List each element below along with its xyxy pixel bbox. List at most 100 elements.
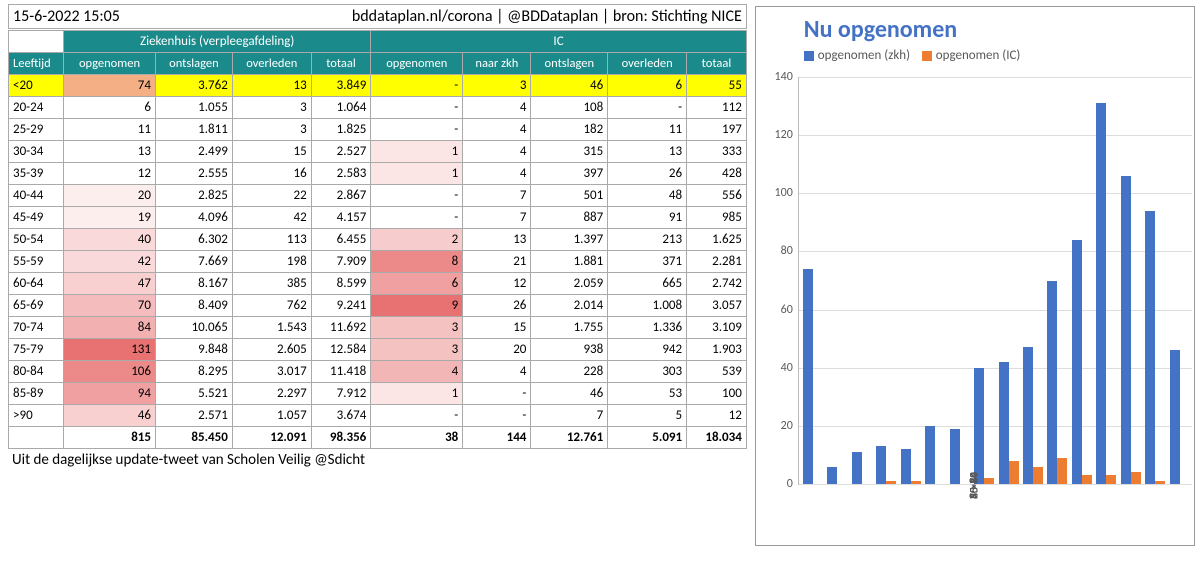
zkh-cell: 385 (232, 273, 311, 295)
bar-zkh (1096, 103, 1106, 484)
zkh-cell: 94 (64, 383, 156, 405)
ic-cell: 501 (531, 185, 608, 207)
zkh-cell: 11.418 (311, 361, 371, 383)
zkh-cell: 3.849 (311, 75, 371, 97)
bar-zkh (1047, 281, 1057, 485)
age-cell: 50-54 (9, 229, 64, 251)
ic-cell: 213 (608, 229, 687, 251)
header-bar: 15-6-2022 15:05 bddataplan.nl/corona | @… (8, 4, 747, 29)
zkh-cell: 8.167 (155, 273, 232, 295)
age-cell: <20 (9, 75, 64, 97)
zkh-cell: 5.521 (155, 383, 232, 405)
ic-cell: 4 (371, 361, 463, 383)
bar-zkh (1145, 211, 1155, 484)
ic-cell: 26 (608, 163, 687, 185)
ic-cell: 13 (608, 141, 687, 163)
ic-cell: 108 (531, 97, 608, 119)
ic-cell: 46 (531, 383, 608, 405)
bar-ic (886, 481, 896, 484)
zkh-cell: 3 (232, 97, 311, 119)
ic-cell: 4 (463, 119, 531, 141)
ic-cell: 2.014 (531, 295, 608, 317)
zkh-cell: 198 (232, 251, 311, 273)
zkh-cell: 20 (64, 185, 156, 207)
ic-cell: - (463, 405, 531, 427)
ic-cell: 46 (531, 75, 608, 97)
col-ic-totaal: totaal (687, 53, 747, 75)
zkh-cell: 47 (64, 273, 156, 295)
zkh-cell: 3 (232, 119, 311, 141)
ic-cell: 7 (531, 405, 608, 427)
zkh-cell: 113 (232, 229, 311, 251)
ic-cell: 100 (687, 383, 747, 405)
ic-cell: 3 (371, 317, 463, 339)
zkh-cell: 11.692 (311, 317, 371, 339)
zkh-cell: 1.057 (232, 405, 311, 427)
zkh-cell: 42 (232, 207, 311, 229)
ic-cell: 938 (531, 339, 608, 361)
ic-cell: 20 (463, 339, 531, 361)
zkh-cell: 7.912 (311, 383, 371, 405)
ic-cell: 2.742 (687, 273, 747, 295)
zkh-cell: 70 (64, 295, 156, 317)
col-ic-overleden: overleden (608, 53, 687, 75)
bar-ic (1009, 461, 1019, 484)
zkh-cell: 74 (64, 75, 156, 97)
ic-cell: 3 (463, 75, 531, 97)
bar-ic (911, 481, 921, 484)
zkh-cell: 1.055 (155, 97, 232, 119)
zkh-cell: 46 (64, 405, 156, 427)
ic-cell: 539 (687, 361, 747, 383)
age-cell: 25-29 (9, 119, 64, 141)
bar-ic (984, 478, 994, 484)
zkh-cell: 2.825 (155, 185, 232, 207)
bar-ic (1082, 475, 1092, 484)
data-table: Ziekenhuis (verpleegafdeling) IC Leeftij… (8, 30, 747, 449)
zkh-cell: 6.302 (155, 229, 232, 251)
zkh-cell: 3.674 (311, 405, 371, 427)
ic-cell: 315 (531, 141, 608, 163)
ic-cell: 197 (687, 119, 747, 141)
ic-cell: 6 (608, 75, 687, 97)
zkh-cell: 8.599 (311, 273, 371, 295)
chart-title: Nu opgenomen (756, 7, 1194, 48)
ic-cell: 1.008 (608, 295, 687, 317)
ic-cell: 182 (531, 119, 608, 141)
bar-zkh (1121, 176, 1131, 484)
ic-cell: 1 (371, 383, 463, 405)
ic-cell: 1.397 (531, 229, 608, 251)
zkh-cell: 762 (232, 295, 311, 317)
bar-ic (1155, 481, 1165, 484)
col-ic-ontslagen: ontslagen (531, 53, 608, 75)
zkh-cell: 12 (64, 163, 156, 185)
zkh-cell: 2.555 (155, 163, 232, 185)
age-cell: 60-64 (9, 273, 64, 295)
ic-cell: 8 (371, 251, 463, 273)
zkh-cell: 13 (64, 141, 156, 163)
zkh-cell: 15 (232, 141, 311, 163)
ic-cell: 2.059 (531, 273, 608, 295)
age-cell: 55-59 (9, 251, 64, 273)
bar-zkh (901, 449, 911, 484)
ic-cell: 887 (531, 207, 608, 229)
ic-cell: 397 (531, 163, 608, 185)
zkh-cell: 10.065 (155, 317, 232, 339)
zkh-cell: 40 (64, 229, 156, 251)
ic-cell: 333 (687, 141, 747, 163)
zkh-cell: 12.584 (311, 339, 371, 361)
ic-cell: 556 (687, 185, 747, 207)
ic-cell: 4 (463, 361, 531, 383)
col-totaal: totaal (311, 53, 371, 75)
ic-cell: 303 (608, 361, 687, 383)
group-zkh: Ziekenhuis (verpleegafdeling) (64, 31, 371, 53)
zkh-cell: 19 (64, 207, 156, 229)
ic-cell: 1.755 (531, 317, 608, 339)
age-cell: 85-89 (9, 383, 64, 405)
zkh-cell: 6 (64, 97, 156, 119)
zkh-cell: 106 (64, 361, 156, 383)
zkh-cell: 1.811 (155, 119, 232, 141)
bar-zkh (999, 362, 1009, 484)
zkh-cell: 8.409 (155, 295, 232, 317)
ic-cell: 3.057 (687, 295, 747, 317)
ic-cell: 1 (371, 163, 463, 185)
